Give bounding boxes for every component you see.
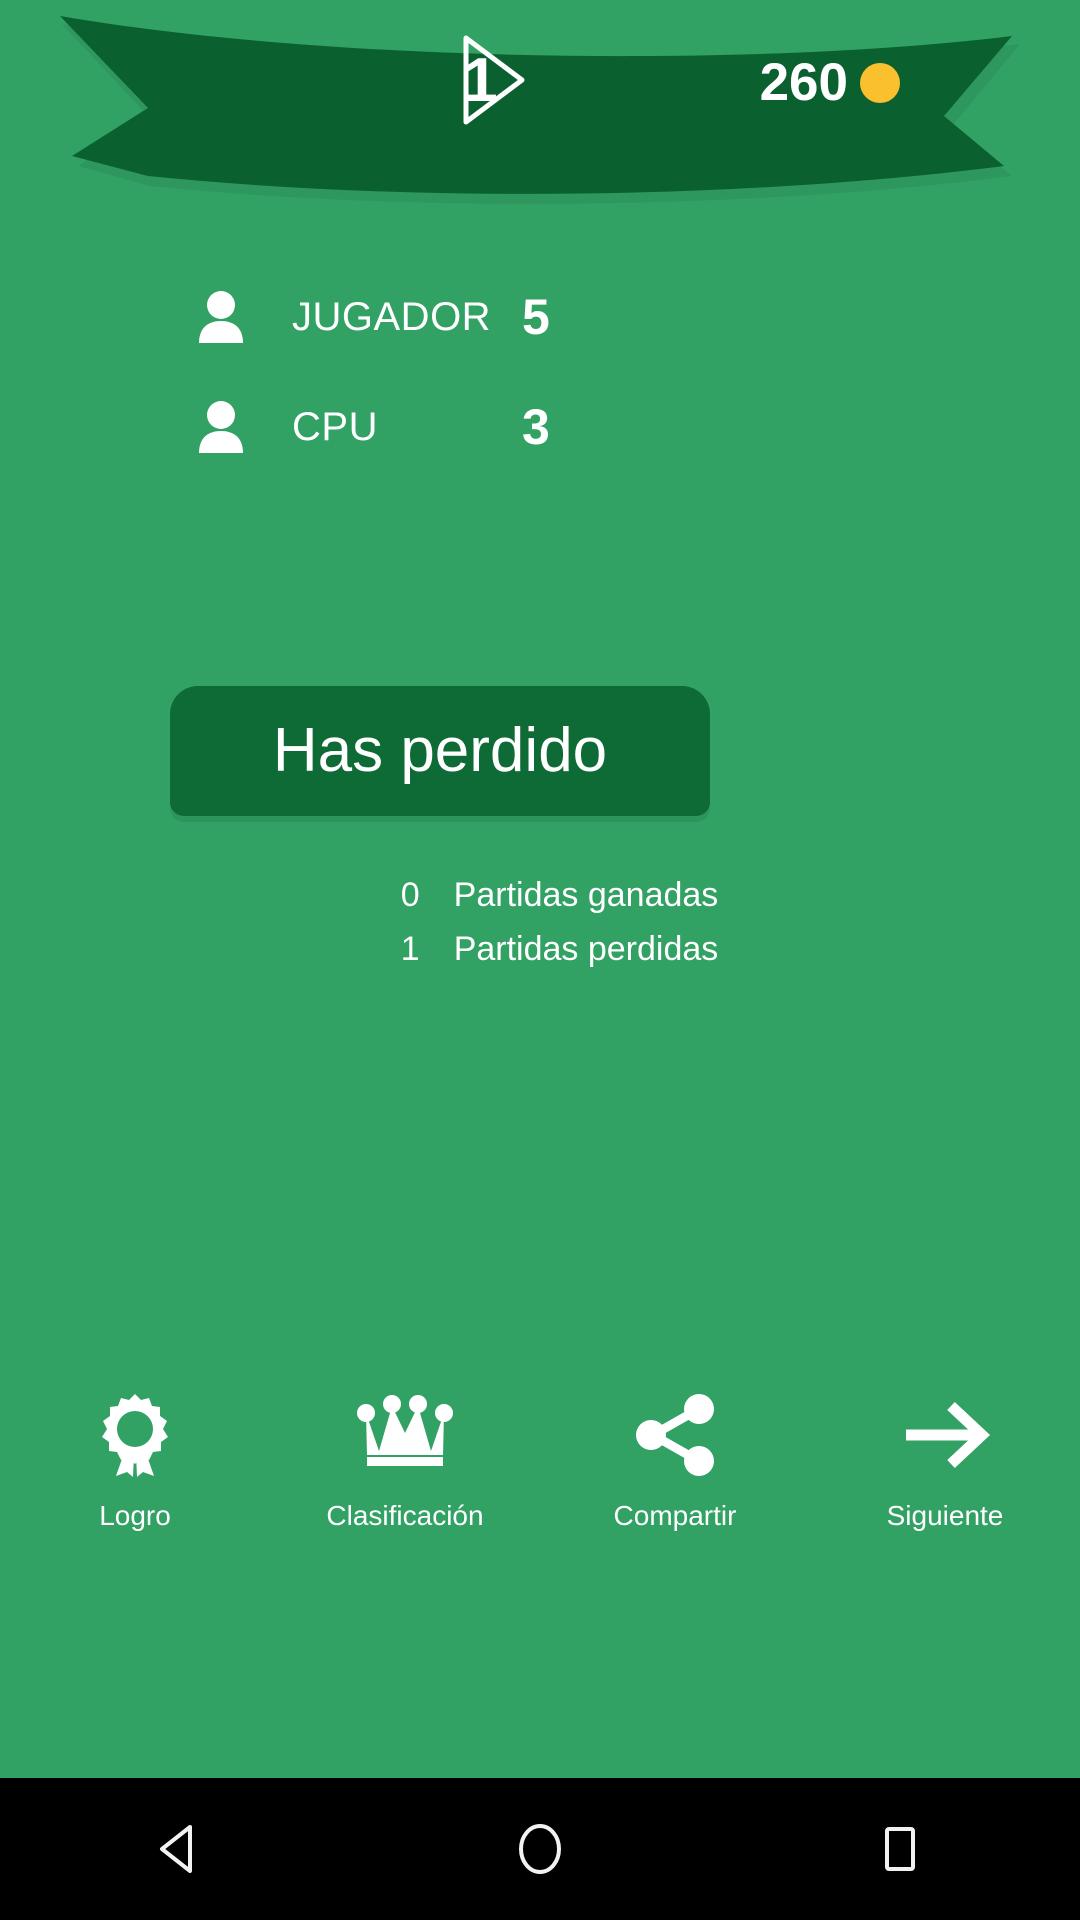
nav-recents-button[interactable] — [800, 1778, 1000, 1920]
coin-amount: 260 — [759, 53, 848, 112]
award-ribbon-icon — [94, 1392, 176, 1478]
coin-icon — [860, 62, 900, 103]
android-nav-bar — [0, 1778, 1080, 1920]
home-circle-icon — [519, 1824, 561, 1874]
result-banner: Has perdido — [170, 686, 710, 816]
level-badge[interactable]: 1 — [452, 32, 532, 128]
result-message: Has perdido — [272, 716, 608, 785]
ribbon-shape-icon — [60, 16, 1020, 204]
share-label: Compartir — [613, 1500, 737, 1531]
recents-square-icon — [885, 1827, 915, 1871]
stat-label: Partidas ganadas — [453, 876, 719, 914]
stat-value: 1 — [400, 930, 420, 968]
person-icon — [190, 289, 252, 345]
stat-row: 1 Partidas perdidas — [0, 930, 1080, 984]
top-ribbon: 1 260 — [0, 0, 1080, 210]
action-bar: Logro Clasificación Compartir Siguiente — [0, 1392, 1080, 1532]
app-screen: 1 260 JUGADOR 5 CPU 3 Has perdido 0 Part… — [0, 0, 1080, 1920]
cpu-name: CPU — [292, 404, 378, 449]
achievement-label: Logro — [99, 1500, 171, 1531]
leaderboard-button[interactable]: Clasificación — [270, 1392, 540, 1532]
cpu-score: 3 — [522, 399, 550, 455]
result-banner-tail — [170, 800, 710, 816]
share-icon — [632, 1392, 718, 1478]
arrow-right-icon — [898, 1392, 992, 1478]
game-surface: 1 260 JUGADOR 5 CPU 3 Has perdido 0 Part… — [0, 0, 1080, 1778]
next-button[interactable]: Siguiente — [810, 1392, 1080, 1532]
score-row-player: JUGADOR 5 — [190, 262, 650, 372]
stat-value: 0 — [400, 876, 420, 914]
nav-home-button[interactable] — [440, 1778, 640, 1920]
score-row-cpu: CPU 3 — [190, 372, 650, 482]
coin-counter[interactable]: 260 — [760, 56, 900, 109]
back-triangle-icon — [160, 1825, 192, 1873]
player-name: JUGADOR — [292, 294, 492, 339]
person-icon — [190, 399, 252, 455]
crown-icon — [357, 1392, 453, 1478]
stat-row: 0 Partidas ganadas — [0, 876, 1080, 930]
stat-label: Partidas perdidas — [453, 930, 719, 968]
level-number: 1 — [463, 45, 497, 115]
player-score: 5 — [522, 289, 550, 345]
achievement-button[interactable]: Logro — [0, 1392, 270, 1532]
leaderboard-label: Clasificación — [326, 1500, 484, 1531]
nav-back-button[interactable] — [80, 1778, 280, 1920]
next-label: Siguiente — [886, 1500, 1004, 1531]
stats-list: 0 Partidas ganadas 1 Partidas perdidas — [0, 876, 1080, 984]
scoreboard: JUGADOR 5 CPU 3 — [190, 262, 650, 482]
share-button[interactable]: Compartir — [540, 1392, 810, 1532]
